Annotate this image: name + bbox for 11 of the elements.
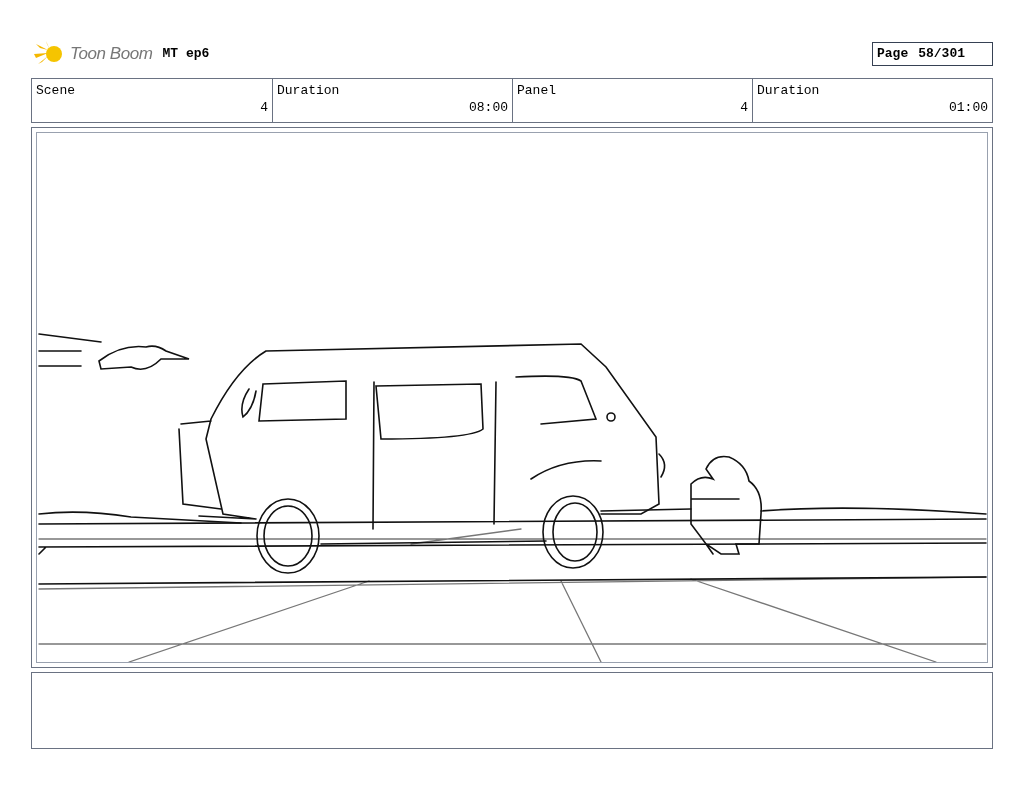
field-label: Duration: [277, 82, 340, 99]
logo-text: Toon Boom: [70, 43, 153, 66]
field-value: 4: [740, 99, 748, 116]
field-label: Panel: [517, 82, 556, 99]
field-value: 4: [260, 99, 268, 116]
field-value: 01:00: [949, 99, 988, 116]
field-label: Duration: [757, 82, 820, 99]
field-value: 08:00: [469, 99, 508, 116]
page-counter: Page 58/301: [872, 42, 993, 66]
project-title: MT ep6: [162, 45, 210, 64]
field-label: Scene: [36, 82, 75, 99]
